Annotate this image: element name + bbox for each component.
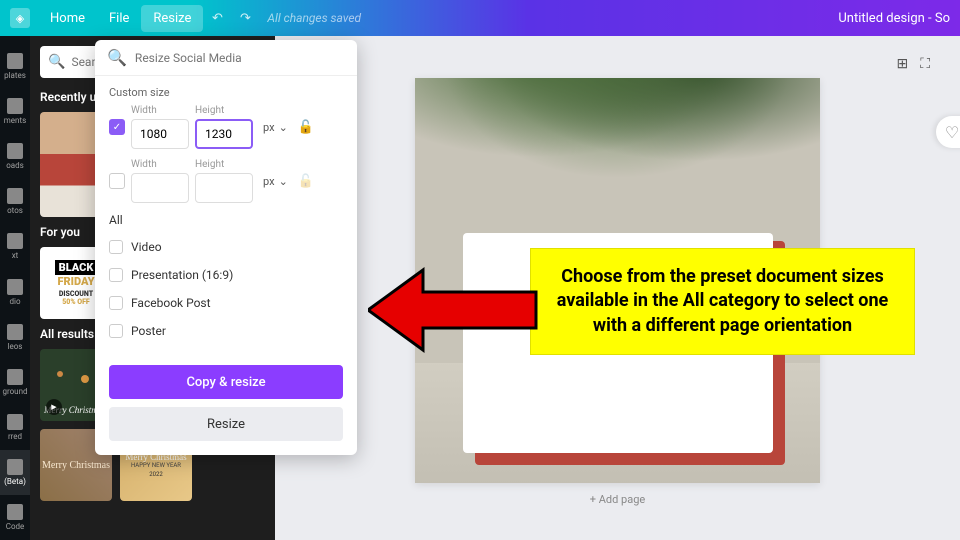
width-label: Width xyxy=(131,105,189,116)
photos-tool[interactable]: otos xyxy=(0,179,30,224)
size-option-facebook[interactable]: Facebook Post xyxy=(109,289,343,317)
height-label: Height xyxy=(195,159,253,170)
resize-dropdown: 🔍 Custom size ✓ Width Height px⌄ 🔓 Width… xyxy=(95,40,357,455)
like-button[interactable]: ♡ xyxy=(936,116,960,148)
beta-tool[interactable]: (Beta) xyxy=(0,450,30,495)
width-label: Width xyxy=(131,159,189,170)
height-input-2[interactable] xyxy=(195,173,253,203)
text-tool[interactable]: xt xyxy=(0,224,30,269)
templates-icon xyxy=(7,53,23,69)
annotation-callout: Choose from the preset document sizes av… xyxy=(530,248,915,355)
height-input-1[interactable] xyxy=(195,119,253,149)
width-input-2[interactable] xyxy=(131,173,189,203)
audio-tool[interactable]: dio xyxy=(0,269,30,314)
expand-icon[interactable]: ⛶ xyxy=(920,56,930,72)
all-section-label: All xyxy=(109,213,343,227)
resize-only-button[interactable]: Resize xyxy=(109,407,343,441)
canvas-toolbar: ⊞ ⛶ xyxy=(896,56,930,72)
app-logo-icon[interactable]: ◈ xyxy=(10,8,30,28)
search-icon: 🔍 xyxy=(107,48,127,67)
uploads-icon xyxy=(7,143,23,159)
templates-tool[interactable]: plates xyxy=(0,44,30,89)
size-option-presentation[interactable]: Presentation (16:9) xyxy=(109,261,343,289)
qrcode-icon xyxy=(7,504,23,520)
background-icon xyxy=(7,369,23,385)
chevron-down-icon: ⌄ xyxy=(279,175,288,188)
starred-icon xyxy=(7,414,23,430)
pine-decoration xyxy=(415,78,820,198)
width-input-1[interactable] xyxy=(131,119,189,149)
file-button[interactable]: File xyxy=(97,5,141,32)
text-icon xyxy=(7,233,23,249)
size-option-poster[interactable]: Poster xyxy=(109,317,343,345)
starred-tool[interactable]: rred xyxy=(0,405,30,450)
annotation-arrow-icon xyxy=(368,260,538,360)
lock-aspect-icon: 🔓 xyxy=(298,174,314,189)
resize-search[interactable]: 🔍 xyxy=(95,40,357,76)
play-icon: ▶ xyxy=(46,399,62,415)
save-status: All changes saved xyxy=(267,11,361,25)
unit-select-1[interactable]: px⌄ xyxy=(259,121,292,134)
redo-icon[interactable]: ↷ xyxy=(231,4,259,32)
audio-icon xyxy=(7,279,23,295)
photos-icon xyxy=(7,188,23,204)
size-checkbox-1[interactable]: ✓ xyxy=(109,119,125,135)
uploads-tool[interactable]: oads xyxy=(0,134,30,179)
background-tool[interactable]: ground xyxy=(0,360,30,405)
videos-tool[interactable]: leos xyxy=(0,315,30,360)
home-button[interactable]: Home xyxy=(38,5,97,32)
lock-aspect-icon[interactable]: 🔓 xyxy=(298,120,314,135)
undo-icon[interactable]: ↶ xyxy=(203,4,231,32)
copy-resize-button[interactable]: Copy & resize xyxy=(109,365,343,399)
size-checkbox-2[interactable] xyxy=(109,173,125,189)
resize-button[interactable]: Resize xyxy=(141,5,203,32)
elements-tool[interactable]: ments xyxy=(0,89,30,134)
size-option-video[interactable]: Video xyxy=(109,233,343,261)
tool-rail: plates ments oads otos xt dio leos groun… xyxy=(0,36,30,540)
search-icon: 🔍 xyxy=(48,54,65,70)
resize-search-input[interactable] xyxy=(135,51,345,65)
top-bar: ◈ Home File Resize ↶ ↷ All changes saved… xyxy=(0,0,960,36)
unit-select-2[interactable]: px⌄ xyxy=(259,175,292,188)
chevron-down-icon: ⌄ xyxy=(279,121,288,134)
beta-icon xyxy=(7,459,23,475)
add-page-button[interactable]: + Add page xyxy=(590,493,645,506)
height-label: Height xyxy=(195,105,253,116)
videos-icon xyxy=(7,324,23,340)
qrcode-tool[interactable]: Code xyxy=(0,495,30,540)
grid-icon[interactable]: ⊞ xyxy=(896,56,908,72)
elements-icon xyxy=(7,98,23,114)
custom-size-label: Custom size xyxy=(109,86,343,99)
document-title[interactable]: Untitled design - So xyxy=(838,11,950,26)
